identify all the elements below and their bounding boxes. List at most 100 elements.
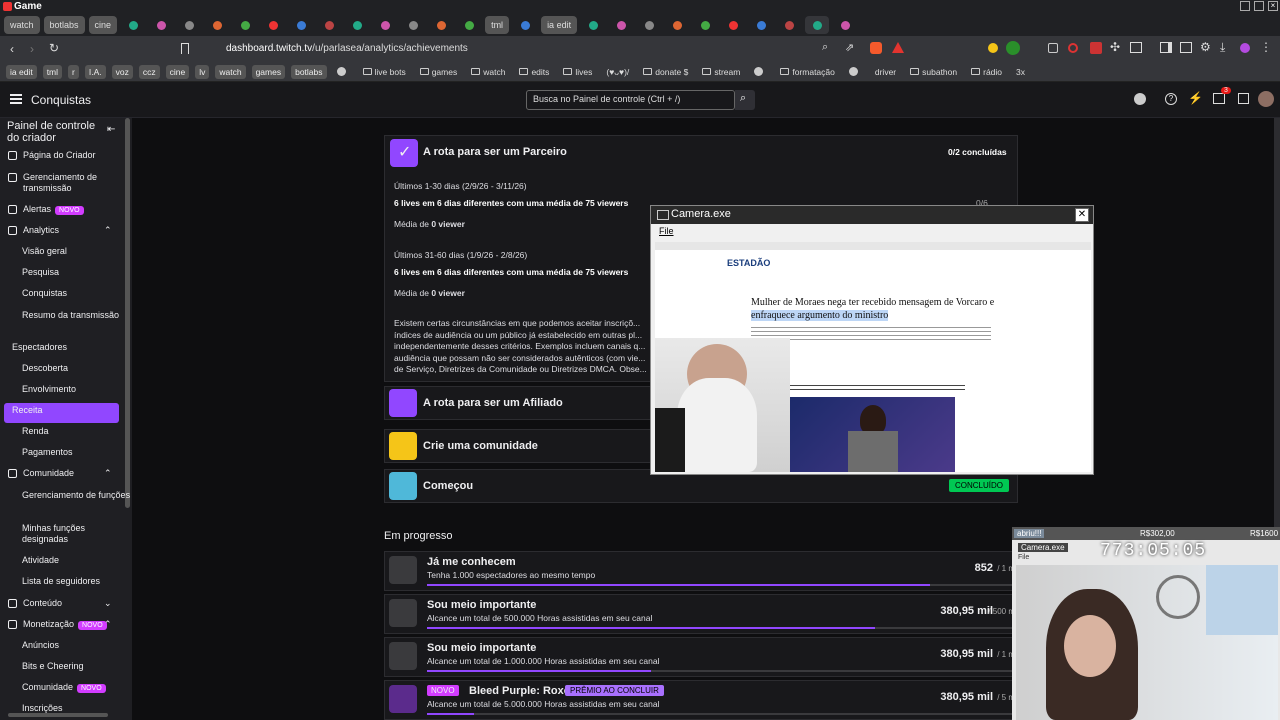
sidebar-item-7[interactable]: Resumo da transmissão (22, 310, 119, 320)
bookmark-16[interactable]: lives (559, 65, 596, 79)
sidebar-item-9[interactable]: Descoberta (22, 363, 68, 373)
bookmark-22[interactable] (845, 65, 865, 78)
tab-18[interactable]: ia edit (541, 16, 578, 34)
bookmark-19[interactable]: stream (698, 65, 744, 79)
bits-icon[interactable]: ⚡ (1188, 91, 1203, 105)
sidebar-toggle-icon[interactable] (1160, 42, 1172, 53)
bookmark-0[interactable]: ia edit (6, 64, 37, 79)
minimize-button[interactable] (1240, 1, 1250, 11)
bookmark-13[interactable]: games (416, 65, 462, 79)
bookmark-17[interactable]: (♥ᴗ♥)/ (602, 65, 633, 79)
bookmark-18[interactable]: donate $ (639, 65, 692, 79)
bookmark-20[interactable] (750, 65, 770, 78)
brave-icon[interactable] (870, 42, 882, 54)
bookmark-26[interactable]: 3x (1012, 65, 1029, 79)
bookmark-icon[interactable] (181, 43, 189, 54)
sidebar-item-13[interactable]: Pagamentos (22, 447, 104, 458)
sidebar-item-0[interactable]: Página do Criador (23, 150, 96, 160)
sidebar-item-10[interactable]: Envolvimento (22, 384, 76, 394)
sidebar-item-17[interactable]: Atividade (22, 555, 59, 565)
bookmark-15[interactable]: edits (515, 65, 553, 79)
sidebar-item-2[interactable]: Alertas NOVO (23, 204, 84, 215)
tab-10[interactable] (317, 16, 341, 34)
screenshot-icon[interactable] (1130, 42, 1142, 53)
bookmark-1[interactable]: tml (42, 64, 63, 79)
inbox-icon[interactable] (1213, 93, 1225, 104)
tab-20[interactable] (609, 16, 633, 34)
progress-row[interactable]: NOVO Bleed Purple: Roxo PRÊMIO AO CONCLUIR… (384, 680, 1018, 720)
tab-9[interactable] (289, 16, 313, 34)
tab-15[interactable] (457, 16, 481, 34)
tab-25[interactable] (749, 16, 773, 34)
url-field[interactable]: dashboard.twitch.tv/u/parlasea/analytics… (200, 40, 970, 58)
extension-icon-3[interactable] (1048, 43, 1058, 53)
sidebar-item-16[interactable]: Minhas funções designadas (22, 523, 104, 545)
profile-icon[interactable] (1240, 43, 1250, 53)
tab-8[interactable] (261, 16, 285, 34)
avatar[interactable] (1258, 91, 1274, 107)
sidebar-item-11[interactable]: Receita (12, 405, 43, 415)
main-scrollbar[interactable] (1274, 118, 1280, 528)
tab-4[interactable] (149, 16, 173, 34)
bookmark-7[interactable]: lv (195, 64, 210, 79)
close-window-button[interactable]: × (1268, 1, 1278, 11)
sidebar-item-15[interactable]: Gerenciamento de funções (22, 490, 130, 500)
bookmark-25[interactable]: rádio (967, 65, 1006, 79)
tab-7[interactable] (233, 16, 257, 34)
bookmark-4[interactable]: voz (111, 64, 133, 79)
chevron-down-icon[interactable]: ⌄ (104, 598, 112, 609)
bookmark-10[interactable]: botlabs (291, 64, 327, 79)
sidebar-item-14[interactable]: Comunidade (23, 468, 74, 478)
tab-26[interactable] (777, 16, 801, 34)
bookmark-12[interactable]: live bots (359, 65, 410, 79)
sidebar-item-23[interactable]: Comunidade NOVO (22, 682, 106, 693)
sidebar-item-1[interactable]: Gerenciamento de transmissão (23, 172, 105, 194)
progress-row[interactable]: Sou meio importante Alcance um total de 5… (384, 594, 1018, 634)
sidebar-item-3[interactable]: Analytics (23, 225, 59, 235)
reload-icon[interactable]: ↻ (49, 41, 59, 55)
tab-21[interactable] (637, 16, 661, 34)
menu-collapse-icon[interactable] (10, 94, 22, 104)
maximize-button[interactable] (1254, 1, 1264, 11)
tab-19[interactable] (581, 16, 605, 34)
sidebar-item-8[interactable]: Espectadores (12, 342, 67, 352)
sidebar-hscrollbar[interactable] (8, 713, 108, 717)
tab-3[interactable] (121, 16, 145, 34)
help-icon[interactable]: ? (1165, 93, 1177, 105)
tab-23[interactable] (693, 16, 717, 34)
bookmark-21[interactable]: formatação (776, 65, 839, 79)
dashboard-search-input[interactable]: Busca no Painel de controle (Ctrl + /) (526, 90, 735, 110)
tab-6[interactable] (205, 16, 229, 34)
zoom-icon[interactable]: ⌕ (822, 41, 828, 54)
whispers-icon[interactable] (1238, 93, 1249, 104)
bookmark-9[interactable]: games (251, 64, 286, 79)
chevron-up-icon[interactable]: ⌃ (104, 225, 112, 236)
sidebar-item-12[interactable]: Renda (22, 426, 49, 436)
share-icon[interactable]: ⇗ (845, 41, 854, 54)
search-button[interactable]: ⌕ (735, 90, 755, 110)
bookmark-8[interactable]: watch (215, 64, 246, 79)
rewards-icon[interactable] (892, 42, 904, 53)
puzzle-icon[interactable]: ✣ (1110, 40, 1120, 54)
progress-row[interactable]: Já me conhecem Tenha 1.000 espectadores a… (384, 551, 1018, 591)
tab-5[interactable] (177, 16, 201, 34)
tab-28[interactable] (833, 16, 857, 34)
sidebar-scrollbar[interactable] (125, 118, 130, 508)
extension-icon-1[interactable] (988, 43, 998, 53)
tab-22[interactable] (665, 16, 689, 34)
bookmark-14[interactable]: watch (467, 65, 509, 79)
tab-12[interactable] (373, 16, 397, 34)
record-icon[interactable] (1068, 43, 1078, 53)
download-icon[interactable]: ⤓ (1220, 40, 1225, 55)
camera-file-menu[interactable]: File (659, 226, 674, 236)
bookmark-11[interactable] (333, 65, 353, 78)
bookmark-24[interactable]: subathon (906, 65, 961, 79)
tab-2[interactable]: cine (88, 16, 118, 34)
camera-close-button[interactable]: ✕ (1075, 208, 1089, 222)
progress-row[interactable]: Sou meio importante Alcance um total de 1… (384, 637, 1018, 677)
forward-icon[interactable]: › (30, 42, 34, 56)
sidebar-item-5[interactable]: Pesquisa (22, 267, 59, 277)
menu-icon[interactable]: ⋮ (1260, 40, 1272, 54)
bookmark-3[interactable]: I.A. (84, 64, 106, 79)
sidebar-item-6[interactable]: Conquistas (22, 288, 67, 298)
